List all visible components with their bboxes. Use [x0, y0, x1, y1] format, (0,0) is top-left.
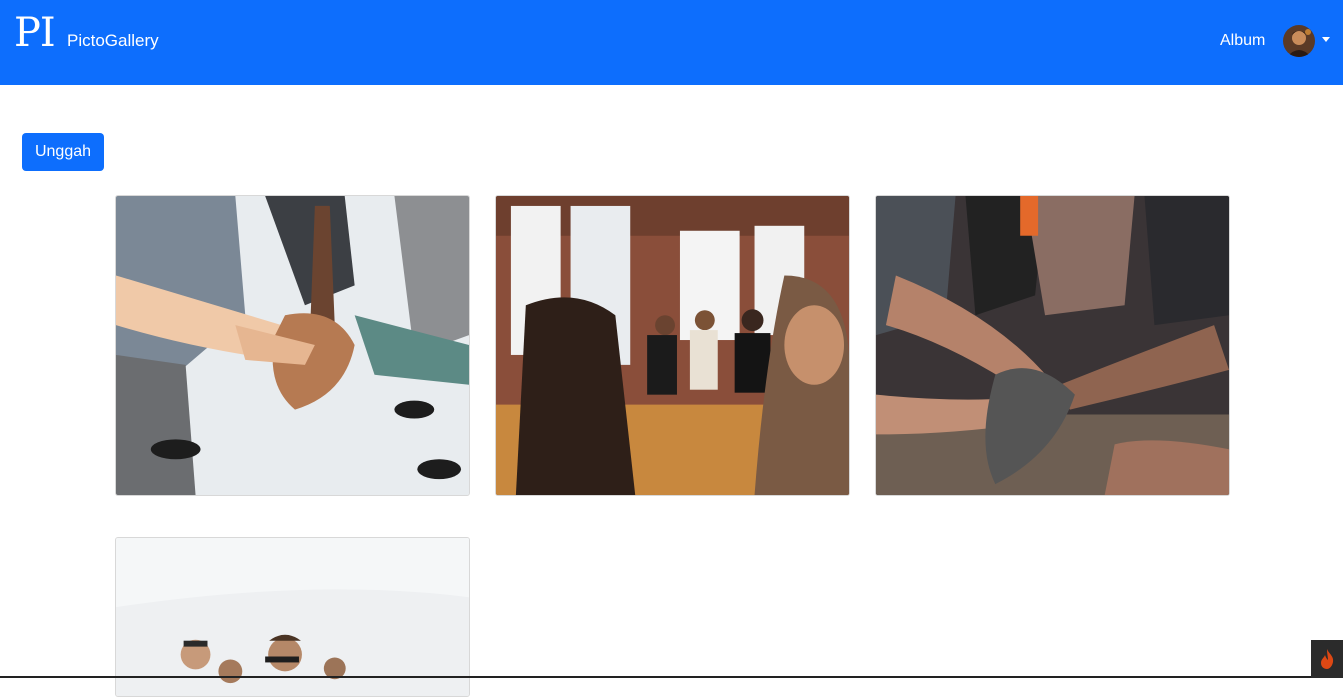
flame-icon: [1321, 649, 1334, 669]
meeting-circle-photo: [496, 196, 849, 495]
gallery-photo[interactable]: [115, 195, 470, 496]
debug-toolbar-toggle[interactable]: [1311, 640, 1343, 678]
gallery-photo[interactable]: [115, 537, 470, 697]
brand-logo[interactable]: PI: [14, 9, 56, 57]
gallery-photo[interactable]: [495, 195, 850, 496]
gallery-photo[interactable]: [875, 195, 1230, 496]
team-hands-stack-photo: [116, 196, 469, 495]
navbar: PI PictoGallery Album: [0, 0, 1343, 85]
brand-name[interactable]: PictoGallery: [67, 31, 159, 51]
avatar-icon: [1283, 25, 1315, 57]
dropdown-caret-icon[interactable]: [1322, 37, 1330, 42]
user-avatar[interactable]: [1283, 25, 1315, 57]
group-selfie-photo: [116, 538, 469, 696]
upload-button[interactable]: Unggah: [22, 133, 104, 171]
outdoor-hands-stack-photo: [876, 196, 1229, 495]
nav-album-link[interactable]: Album: [1220, 32, 1265, 50]
